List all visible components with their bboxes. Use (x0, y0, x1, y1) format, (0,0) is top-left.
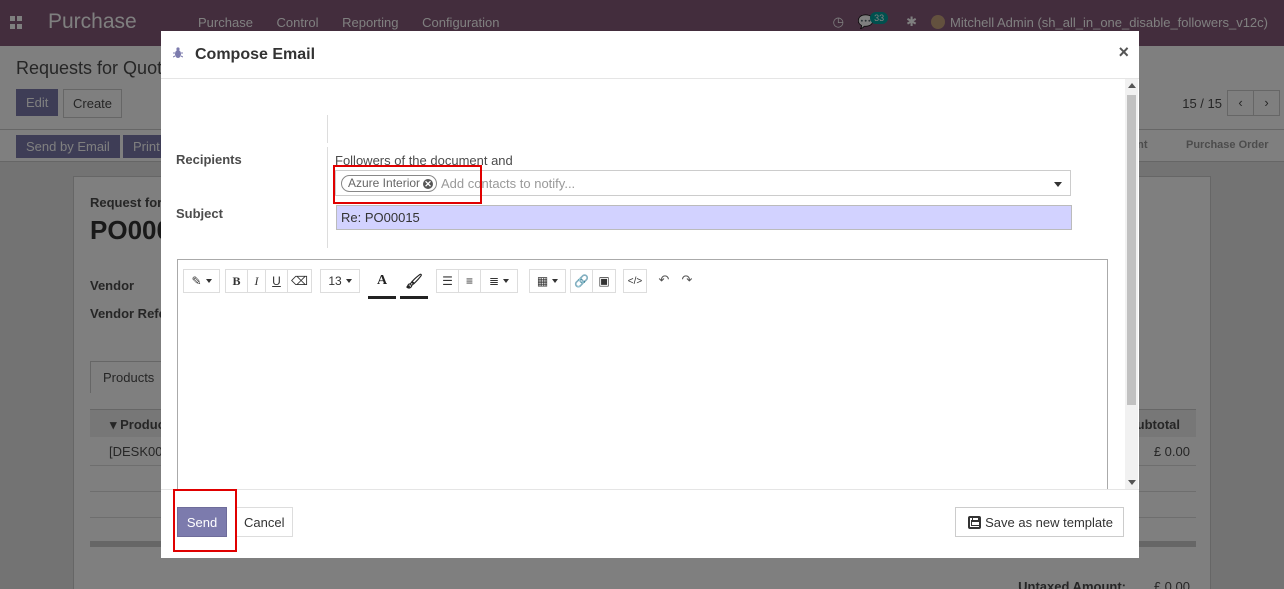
cancel-button[interactable]: Cancel (235, 507, 294, 537)
unordered-list-icon[interactable]: ☰ (437, 270, 459, 292)
remove-tag-icon[interactable]: ✕ (423, 178, 434, 189)
font-style-group: B I U ⌫ (225, 269, 312, 293)
table-dropdown[interactable]: ▦ (529, 269, 566, 293)
insert-group: 🔗 ▣ (570, 269, 616, 293)
font-size-value: 13 (328, 274, 342, 288)
bug-icon (173, 47, 183, 58)
modal-title: Compose Email (195, 46, 316, 63)
subject-label: Subject (176, 206, 223, 221)
subject-input[interactable] (336, 205, 1072, 230)
close-icon[interactable]: × (1118, 42, 1129, 63)
chevron-down-icon[interactable] (1054, 182, 1062, 187)
scrollbar-thumb[interactable] (1127, 95, 1136, 405)
divider (327, 115, 328, 143)
recipient-tag: Azure Interior ✕ (341, 175, 438, 192)
scroll-up-icon[interactable] (1128, 83, 1136, 88)
codeview-group: </> (623, 269, 647, 293)
modal-scrollbar[interactable] (1125, 79, 1138, 489)
table-icon[interactable]: ▦ (530, 270, 565, 292)
send-button[interactable]: Send (177, 507, 227, 537)
bold-icon[interactable]: B (226, 270, 248, 292)
code-view-icon[interactable]: </> (624, 270, 646, 292)
list-group: ☰ ≡ ≣ (436, 269, 518, 293)
body-editor[interactable]: ✎ B I U ⌫ 13 A 🖌 ☰ ≡ ≣ ▦ 🔗 ▣ </> ↶ ↷ (177, 259, 1108, 489)
ordered-list-icon[interactable]: ≡ (459, 270, 481, 292)
recipients-field[interactable]: Azure Interior ✕ (335, 170, 1071, 196)
align-dropdown-icon[interactable]: ≣ (481, 270, 517, 292)
underline-icon[interactable]: U (266, 270, 288, 292)
link-icon[interactable]: 🔗 (571, 270, 593, 292)
divider (327, 147, 328, 248)
contacts-input[interactable] (441, 174, 1001, 192)
magic-wand-icon[interactable]: ✎ (184, 270, 219, 292)
eraser-icon[interactable]: ⌫ (288, 270, 311, 292)
italic-icon[interactable]: I (248, 270, 266, 292)
image-icon[interactable]: ▣ (593, 270, 615, 292)
recipient-tag-label: Azure Interior (348, 176, 421, 190)
save-icon (968, 515, 982, 529)
save-as-template-label: Save as new template (985, 514, 1113, 530)
scroll-down-icon[interactable] (1128, 480, 1136, 485)
save-as-template-button[interactable]: Save as new template (955, 507, 1124, 537)
redo-icon[interactable]: ↷ (678, 269, 696, 291)
followers-text: Followers of the document and (335, 153, 513, 168)
compose-email-dialog: Compose Email × Recipients Followers of … (161, 31, 1139, 558)
modal-footer: Send Cancel Save as new template (161, 489, 1139, 558)
style-dropdown[interactable]: ✎ (183, 269, 220, 293)
modal-header: Compose Email × (161, 31, 1139, 79)
undo-icon[interactable]: ↶ (655, 269, 673, 291)
font-color-icon[interactable]: A (368, 263, 396, 299)
modal-body: Recipients Followers of the document and… (161, 79, 1139, 489)
highlight-color-icon[interactable]: 🖌 (400, 263, 428, 299)
recipients-label: Recipients (176, 152, 242, 167)
font-size-dropdown[interactable]: 13 (320, 269, 360, 293)
